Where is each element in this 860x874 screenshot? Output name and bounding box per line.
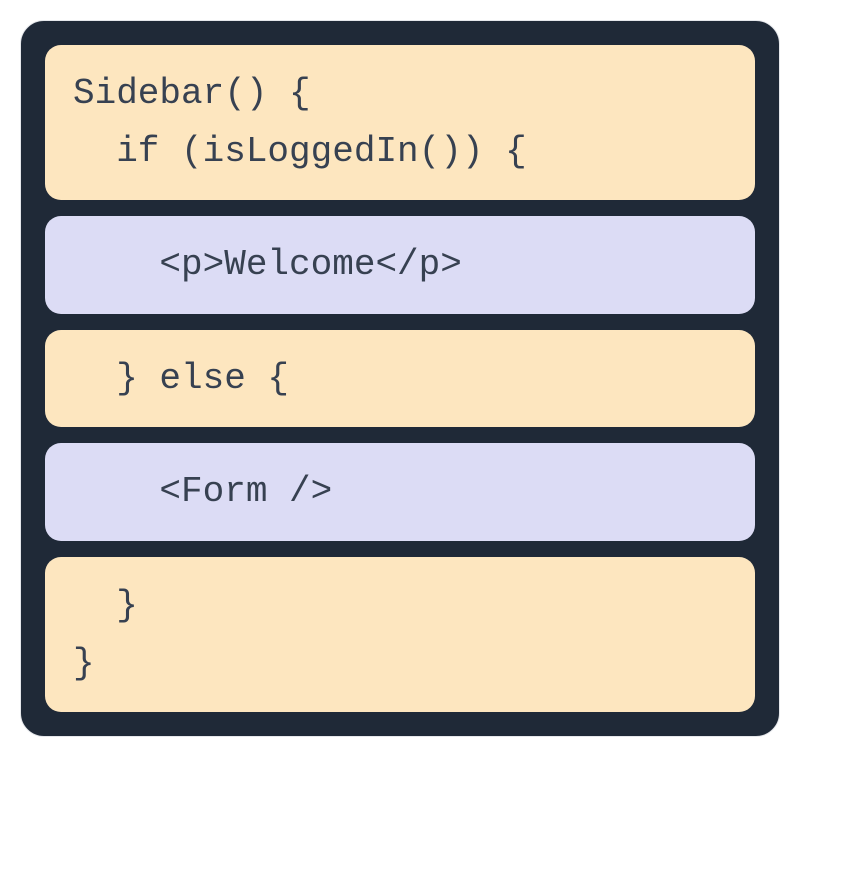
code-block-5: } } [45, 557, 755, 712]
code-block-4: <Form /> [45, 443, 755, 541]
code-block-3: } else { [45, 330, 755, 428]
code-diagram-container: Sidebar() { if (isLoggedIn()) { <p>Welco… [20, 20, 780, 737]
code-block-2: <p>Welcome</p> [45, 216, 755, 314]
code-block-1: Sidebar() { if (isLoggedIn()) { [45, 45, 755, 200]
